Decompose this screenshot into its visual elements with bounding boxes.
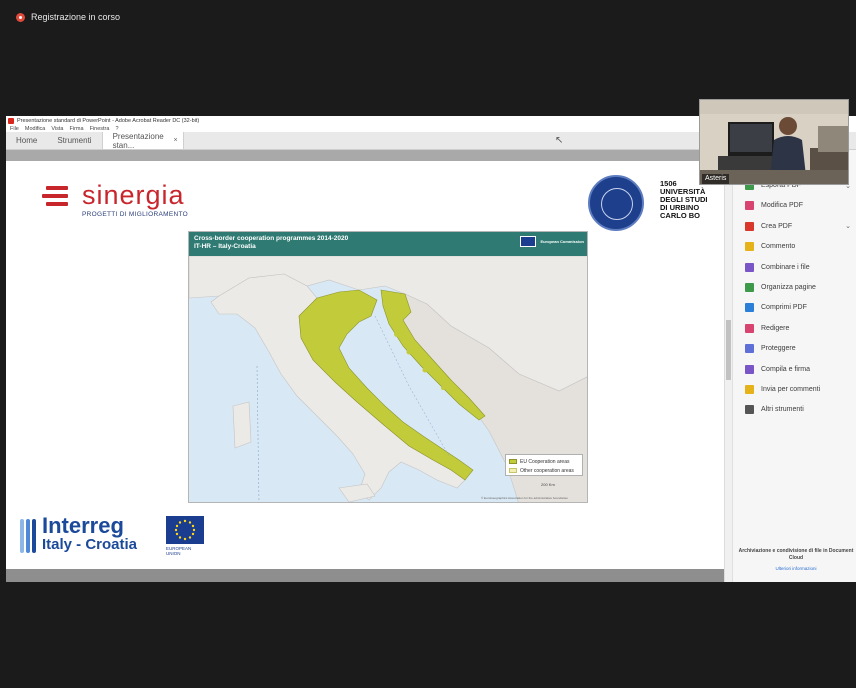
tool-label: Crea PDF	[761, 222, 793, 230]
tool-label: Altri strumenti	[761, 406, 804, 414]
edit-pdf-icon	[745, 201, 754, 211]
mouse-cursor-icon: ↖	[555, 135, 564, 146]
bottom-bar	[6, 569, 724, 582]
tool-label: Combinare i file	[761, 263, 810, 271]
university-name: 1506 UNIVERSITÀ DEGLI STUDI DI URBINO CA…	[660, 179, 708, 220]
interreg-subtitle: Italy - Croatia	[42, 536, 138, 553]
redact-icon	[745, 323, 754, 333]
slide-page: sinergia PROGETTI DI MIGLIORAMENTO 1506 …	[6, 161, 724, 569]
acrobat-window: Presentazione standard di PowerPoint - A…	[6, 116, 856, 582]
tool-label: Organizza pagine	[761, 284, 816, 291]
tool-item[interactable]: Redigere	[745, 323, 855, 333]
tool-item[interactable]: Commento	[745, 242, 855, 252]
eu-flag-icon	[520, 236, 537, 247]
tool-item[interactable]: Proteggere	[745, 344, 855, 354]
legend-swatch	[509, 459, 517, 464]
fill-sign-icon	[745, 364, 754, 374]
commission-mark: European Commission	[520, 236, 584, 247]
sinergia-subtitle: PROGETTI DI MIGLIORAMENTO	[82, 211, 188, 218]
university-seal-icon	[588, 175, 644, 231]
interreg-waves-icon	[20, 519, 38, 553]
participant-name: Asteris	[702, 174, 730, 184]
legend-swatch	[509, 468, 517, 473]
legend-item-eu: EU Cooperation areas	[509, 457, 579, 466]
interreg-logo: Interreg Italy - Croatia EUROPEAN UNION	[20, 513, 206, 559]
tools-panel: Esporta PDF ⌄ Modifica PDF Crea PDF ⌄ Comment…	[732, 150, 856, 582]
protect-icon	[745, 344, 754, 354]
tool-label: Comprimi PDF	[761, 304, 807, 312]
menu-file[interactable]: File	[10, 126, 19, 132]
tool-label: Invia per commenti	[761, 386, 821, 393]
map-legend: EU Cooperation areas Other cooperation a…	[505, 454, 583, 476]
organize-pages-icon	[745, 283, 754, 292]
tool-label: Proteggere	[761, 345, 796, 353]
compress-pdf-icon	[745, 303, 754, 313]
legend-item-other: Other cooperation areas	[509, 466, 579, 475]
sinergia-mark-icon	[42, 183, 72, 213]
learn-more-link[interactable]: Ulteriori informazioni	[737, 566, 855, 571]
tab-document-label: Presentazione stan...	[112, 131, 164, 150]
menu-window[interactable]: Finestra	[90, 126, 110, 132]
tab-home[interactable]: Home	[6, 132, 47, 149]
meeting-window: Registrazione in corso Presentazione sta…	[0, 0, 856, 688]
tool-item[interactable]: Invia per commenti	[745, 385, 855, 394]
comment-icon	[745, 242, 754, 252]
recording-indicator: Registrazione in corso	[16, 12, 120, 22]
combine-files-icon	[745, 262, 754, 272]
tool-label: Redigere	[761, 324, 790, 332]
webcam-video	[700, 100, 848, 184]
tool-label: Modifica PDF	[761, 202, 804, 210]
chevron-down-icon[interactable]: ⌄	[845, 222, 851, 230]
menu-sign[interactable]: Firma	[70, 126, 84, 132]
tool-label: Commento	[761, 243, 796, 251]
cooperation-map: Cross-border cooperation programmes 2014…	[188, 231, 588, 503]
tool-item[interactable]: Crea PDF ⌄	[745, 221, 855, 231]
vertical-scrollbar[interactable]	[724, 150, 732, 582]
send-comments-icon	[745, 385, 754, 394]
recording-label: Registrazione in corso	[31, 12, 121, 22]
map-credit: © EuroGeographics Association for the ad…	[481, 496, 568, 500]
tab-document[interactable]: Presentazione stan... ×	[101, 131, 184, 150]
acrobat-icon	[8, 117, 14, 124]
tool-item[interactable]: Organizza pagine	[745, 283, 855, 292]
commission-label: European Commission	[540, 238, 584, 244]
tool-item[interactable]: Compila e firma	[745, 364, 855, 374]
tool-label: Compila e firma	[761, 365, 811, 373]
scrollbar-thumb[interactable]	[726, 320, 731, 380]
tool-item[interactable]: Comprimi PDF	[745, 303, 855, 313]
tool-item[interactable]: Modifica PDF	[745, 201, 855, 211]
tool-item[interactable]: Altri strumenti	[745, 405, 855, 415]
more-tools-icon	[745, 405, 754, 415]
tool-item[interactable]: Combinare i file	[745, 262, 855, 272]
map-scale: 200 Km	[541, 482, 555, 487]
create-pdf-icon	[745, 221, 754, 231]
cloud-promo-text: Archiviazione e condivisione di file in …	[738, 548, 854, 561]
record-icon	[16, 12, 25, 22]
sinergia-logo: sinergia PROGETTI DI MIGLIORAMENTO	[42, 180, 212, 225]
menu-edit[interactable]: Modifica	[25, 126, 45, 132]
window-title: Presentazione standard di PowerPoint - A…	[17, 117, 200, 124]
eu-flag-icon	[166, 516, 204, 544]
map-header: Cross-border cooperation programmes 2014…	[189, 232, 587, 256]
close-icon[interactable]: ×	[173, 137, 177, 144]
webcam-tile: Asteris	[699, 99, 849, 185]
eu-label: EUROPEAN UNION	[166, 546, 192, 556]
sinergia-wordmark: sinergia	[82, 180, 185, 210]
tab-tools[interactable]: Strumenti	[47, 132, 101, 149]
menu-view[interactable]: Vista	[51, 126, 63, 132]
